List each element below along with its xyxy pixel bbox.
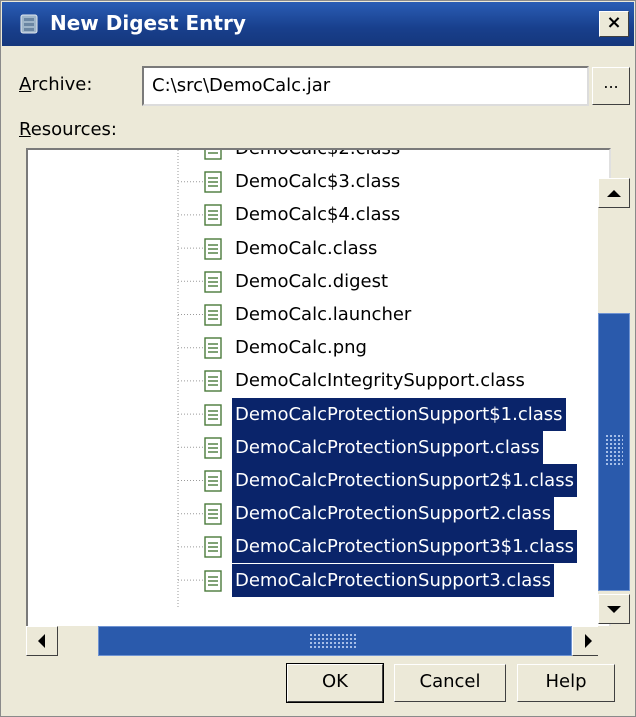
app-icon: [18, 13, 40, 35]
file-icon: [204, 171, 222, 193]
tree-item-label: DemoCalc.digest: [235, 270, 389, 292]
archive-label: Archive:: [19, 74, 92, 95]
horizontal-scroll-thumb[interactable]: [98, 626, 572, 656]
dialog-title: New Digest Entry: [50, 11, 246, 35]
tree-item-label: DemoCalcProtectionSupport3$1.class: [232, 530, 577, 564]
scroll-left-button[interactable]: [26, 626, 58, 656]
tree-item-label: DemoCalcProtectionSupport2.class: [232, 497, 555, 531]
scroll-down-button[interactable]: [598, 594, 630, 624]
new-digest-entry-dialog: New Digest Entry × Archive: C:\src\DemoC…: [0, 0, 636, 717]
scroll-up-button[interactable]: [598, 178, 630, 208]
tree-item-label: DemoCalc$3.class: [235, 171, 401, 193]
resources-label: Resources:: [19, 119, 117, 140]
resources-label-mnemonic: R: [19, 119, 31, 140]
file-icon: [204, 237, 222, 260]
close-icon: ×: [606, 12, 622, 33]
tree-item-label: DemoCalc.class: [235, 237, 378, 259]
resources-tree[interactable]: DemoCalc$2.class DemoCalc$3.class DemoCalc…: [26, 148, 611, 656]
close-button[interactable]: ×: [599, 11, 629, 37]
file-icon: [204, 569, 222, 592]
tree-item-label: DemoCalc.png: [235, 337, 367, 359]
file-icon: [204, 337, 222, 359]
tree-item-label: DemoCalcProtectionSupport.class: [232, 430, 543, 464]
file-icon: [204, 437, 222, 459]
vertical-scroll-thumb[interactable]: [598, 313, 630, 591]
file-icon: [204, 536, 222, 559]
archive-input[interactable]: C:\src\DemoCalc.jar: [142, 66, 589, 106]
ok-button[interactable]: OK: [286, 663, 384, 703]
file-icon: [204, 403, 222, 426]
arrow-up-icon: [607, 190, 621, 197]
file-icon: [204, 370, 222, 393]
archive-label-text: rchive:: [31, 74, 93, 95]
file-icon: [204, 204, 222, 227]
vertical-thumb-grip: [605, 434, 623, 466]
file-icon: [204, 503, 222, 525]
file-icon: [204, 150, 222, 160]
tree-item-label: DemoCalc.launcher: [235, 304, 412, 325]
cancel-button[interactable]: Cancel: [394, 664, 506, 702]
resources-label-text: esources:: [30, 119, 117, 140]
tree-item-label: DemoCalc$2.class: [235, 148, 401, 159]
tree-item-label: DemoCalcProtectionSupport3.class: [232, 563, 555, 597]
archive-label-mnemonic: A: [19, 74, 32, 95]
tree-connector-lines: [177, 150, 203, 608]
help-button[interactable]: Help: [517, 664, 615, 702]
arrow-down-icon: [607, 606, 621, 613]
tree-item-label: DemoCalcProtectionSupport$1.class: [232, 397, 566, 431]
tree-item-label: DemoCalcIntegritySupport.class: [235, 370, 525, 392]
browse-button[interactable]: ...: [592, 67, 630, 105]
arrow-left-icon: [38, 634, 45, 648]
horizontal-scrollbar[interactable]: [26, 626, 611, 656]
tree-item-label: DemoCalcProtectionSupport2$1.class: [232, 464, 577, 497]
file-icon: [204, 271, 222, 293]
tree-item-label: DemoCalc$4.class: [235, 204, 401, 226]
file-icon: [204, 470, 222, 492]
horizontal-thumb-grip: [309, 633, 357, 649]
file-icon: [204, 304, 222, 326]
title-bar[interactable]: New Digest Entry ×: [2, 2, 634, 46]
scrollbar-corner: [598, 626, 630, 656]
vertical-scrollbar[interactable]: [598, 178, 630, 624]
